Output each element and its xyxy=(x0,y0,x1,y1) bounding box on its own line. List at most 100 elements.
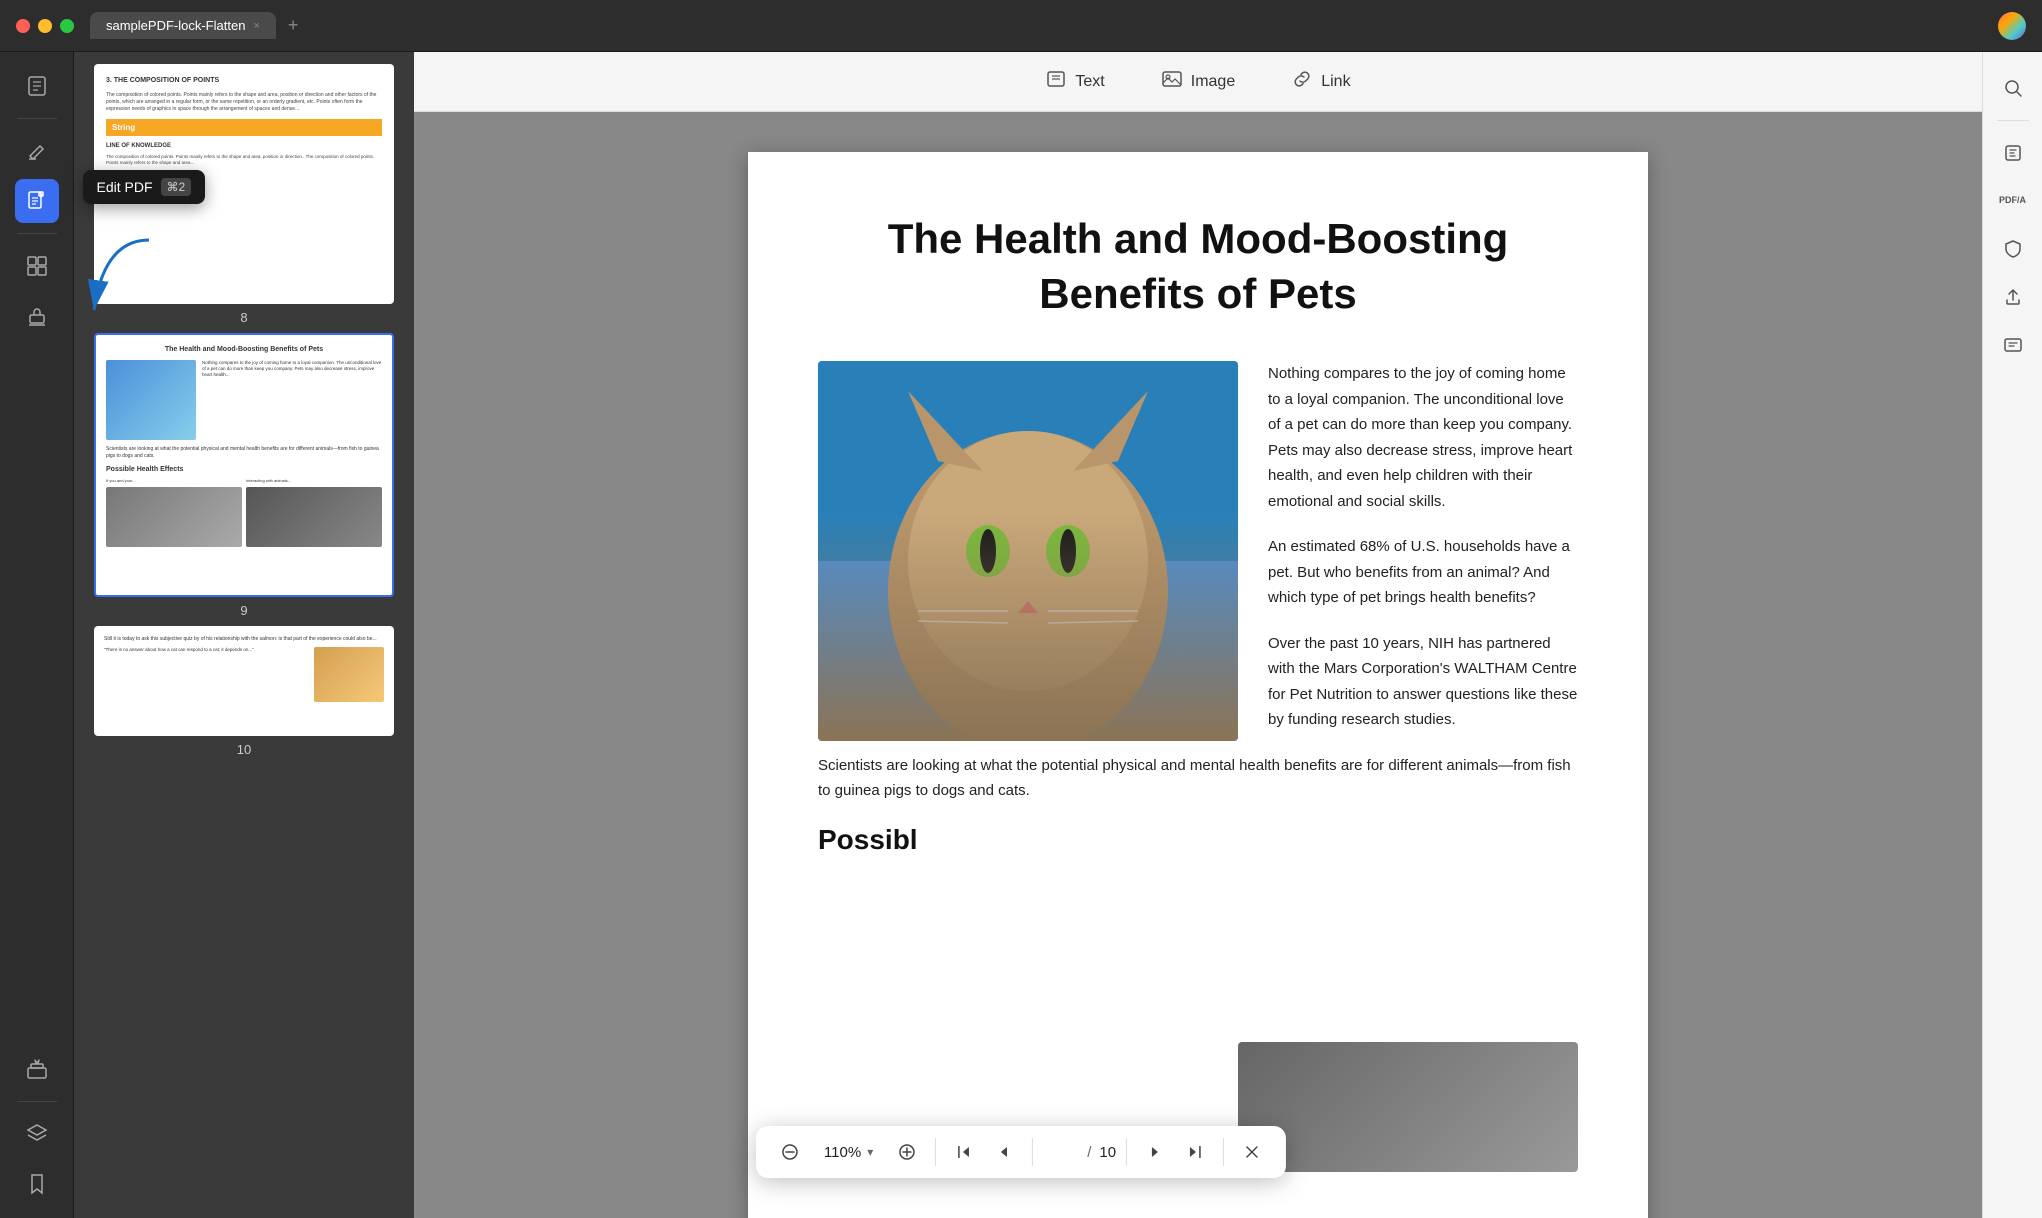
sidebar-icon-layers[interactable] xyxy=(15,1112,59,1156)
active-tab[interactable]: samplePDF-lock-Flatten × xyxy=(90,12,276,39)
document-title: The Health and Mood-Boosting Benefits of… xyxy=(818,212,1578,321)
tooltip-label: Edit PDF xyxy=(97,179,153,195)
minimize-button[interactable] xyxy=(38,19,52,33)
thumb9-text: Nothing compares to the joy of coming ho… xyxy=(202,360,382,440)
bottom-divider-1 xyxy=(935,1138,936,1166)
right-divider-1 xyxy=(1997,120,2029,121)
sidebar-icon-stamp[interactable] xyxy=(15,294,59,338)
sidebar-divider-3 xyxy=(17,1101,57,1102)
sidebar-icon-organize[interactable] xyxy=(15,244,59,288)
close-bottom-bar-button[interactable] xyxy=(1234,1134,1270,1170)
first-page-button[interactable] xyxy=(946,1134,982,1170)
share-icon-btn[interactable] xyxy=(1993,277,2033,317)
left-sidebar: Edit PDF ⌘2 xyxy=(0,52,74,1218)
page-total: 10 xyxy=(1099,1144,1116,1161)
thumb9-col-img-right xyxy=(246,487,382,547)
thumbnail-item-9[interactable]: The Health and Mood-Boosting Benefits of… xyxy=(86,333,402,618)
tab-add-button[interactable]: + xyxy=(280,11,307,40)
tab-close-button[interactable]: × xyxy=(253,20,259,32)
text-tool-label: Text xyxy=(1075,73,1104,91)
bottom-divider-3 xyxy=(1126,1138,1127,1166)
cat-svg xyxy=(818,361,1238,741)
search-icon-btn[interactable] xyxy=(1993,68,2033,108)
prev-page-button[interactable] xyxy=(986,1134,1022,1170)
zoom-display[interactable]: 110% ▾ xyxy=(812,1140,885,1165)
ocr-icon-btn[interactable] xyxy=(1993,133,2033,173)
protect-icon-btn[interactable] xyxy=(1993,229,2033,269)
thumbnail-img-9: The Health and Mood-Boosting Benefits of… xyxy=(94,333,394,597)
close-button[interactable] xyxy=(16,19,30,33)
thumb9-col-left: If you and your... xyxy=(106,478,242,547)
document-page: The Health and Mood-Boosting Benefits of… xyxy=(748,152,1648,1218)
thumb10-img xyxy=(314,647,384,702)
sidebar-icon-highlight[interactable] xyxy=(15,129,59,173)
sidebar-icon-reader[interactable] xyxy=(15,64,59,108)
traffic-lights xyxy=(16,19,74,33)
thumbnail-img-10: Still it is today to ask this subjective… xyxy=(94,626,394,736)
tooltip-shortcut: ⌘2 xyxy=(161,178,192,196)
doc-text-block: Nothing compares to the joy of coming ho… xyxy=(1268,361,1578,753)
thumbnail-panel[interactable]: 3. THE COMPOSITION OF POINTS The composi… xyxy=(74,52,414,1218)
sidebar-icon-gift[interactable] xyxy=(15,1047,59,1091)
tab-bar: samplePDF-lock-Flatten × + xyxy=(90,11,2026,40)
sidebar-icon-edit-pdf[interactable] xyxy=(15,179,59,223)
message-icon-btn[interactable] xyxy=(1993,325,2033,365)
doc-top-section: Nothing compares to the joy of coming ho… xyxy=(818,361,1578,753)
zoom-in-button[interactable] xyxy=(889,1134,925,1170)
text-tool-button[interactable]: Text xyxy=(1033,62,1116,102)
thumb9-col-right: Interacting with animals... xyxy=(246,478,382,547)
bottom-toolbar: 110% ▾ 9 / 10 xyxy=(756,1126,1286,1178)
arrow-svg xyxy=(74,230,164,340)
thumb8-knowledge: LINE OF KNOWLEDGE xyxy=(106,142,382,150)
page-num-8: 8 xyxy=(240,310,247,325)
thumb8-body-text: The composition of colored points. Point… xyxy=(106,92,382,113)
thumb9-title: The Health and Mood-Boosting Benefits of… xyxy=(106,345,382,354)
maximize-button[interactable] xyxy=(60,19,74,33)
tab-title: samplePDF-lock-Flatten xyxy=(106,18,245,33)
thumb10-bottom: "There is no answer about how a cat can … xyxy=(104,647,384,702)
sidebar-icon-bookmark[interactable] xyxy=(15,1162,59,1206)
thumb10-left-text: "There is no answer about how a cat can … xyxy=(104,647,308,702)
zoom-out-button[interactable] xyxy=(772,1134,808,1170)
next-page-button[interactable] xyxy=(1137,1134,1173,1170)
doc-para-3: Over the past 10 years, NIH has partnere… xyxy=(1268,631,1578,733)
thumb9-cat-image xyxy=(106,360,196,440)
link-tool-button[interactable]: Link xyxy=(1279,62,1362,102)
last-page-button[interactable] xyxy=(1177,1134,1213,1170)
doc-para-2: An estimated 68% of U.S. households have… xyxy=(1268,534,1578,611)
image-tool-icon xyxy=(1161,68,1183,96)
image-tool-label: Image xyxy=(1191,73,1235,91)
app-body: Edit PDF ⌘2 xyxy=(0,52,2042,1218)
page-num-9: 9 xyxy=(240,603,247,618)
thumb9-main-content: Nothing compares to the joy of coming ho… xyxy=(106,360,382,440)
document-view[interactable]: The Health and Mood-Boosting Benefits of… xyxy=(414,112,1982,1218)
zoom-dropdown-icon: ▾ xyxy=(867,1145,873,1159)
thumb9-col-img-left xyxy=(106,487,242,547)
doc-cat-image xyxy=(818,361,1238,741)
page-number-input[interactable]: 9 xyxy=(1043,1144,1079,1161)
doc-bottom-image xyxy=(1238,1042,1578,1172)
thumb8-string-bar: String xyxy=(106,119,382,136)
image-tool-button[interactable]: Image xyxy=(1149,62,1247,102)
thumb9-bottom: Scientists are looking at what the poten… xyxy=(106,446,382,459)
doc-section-title-wrapper: Possibl xyxy=(818,824,1578,856)
thumb10-text: Still it is today to ask this subjective… xyxy=(104,636,384,643)
thumbnail-item-10[interactable]: Still it is today to ask this subjective… xyxy=(86,626,402,757)
top-toolbar: Text Image xyxy=(414,52,1982,112)
sidebar-divider-1 xyxy=(17,118,57,119)
sidebar-divider-2 xyxy=(17,233,57,234)
bottom-divider-4 xyxy=(1223,1138,1224,1166)
app-icon xyxy=(1998,12,2026,40)
right-sidebar: PDF/A xyxy=(1982,52,2042,1218)
page-separator: / xyxy=(1083,1144,1095,1161)
main-content: Text Image xyxy=(414,52,1982,1218)
sidebar-bottom xyxy=(15,1047,59,1206)
pdf-a-icon-btn[interactable]: PDF/A xyxy=(1993,181,2033,221)
title-bar: samplePDF-lock-Flatten × + xyxy=(0,0,2042,52)
edit-pdf-tooltip: Edit PDF ⌘2 xyxy=(83,170,206,204)
doc-para-1: Nothing compares to the joy of coming ho… xyxy=(1268,361,1578,514)
link-tool-label: Link xyxy=(1321,73,1350,91)
thumb9-two-col: If you and your... Interacting with anim… xyxy=(106,478,382,547)
text-tool-icon xyxy=(1045,68,1067,96)
thumb9-health-title: Possible Health Effects xyxy=(106,465,382,474)
